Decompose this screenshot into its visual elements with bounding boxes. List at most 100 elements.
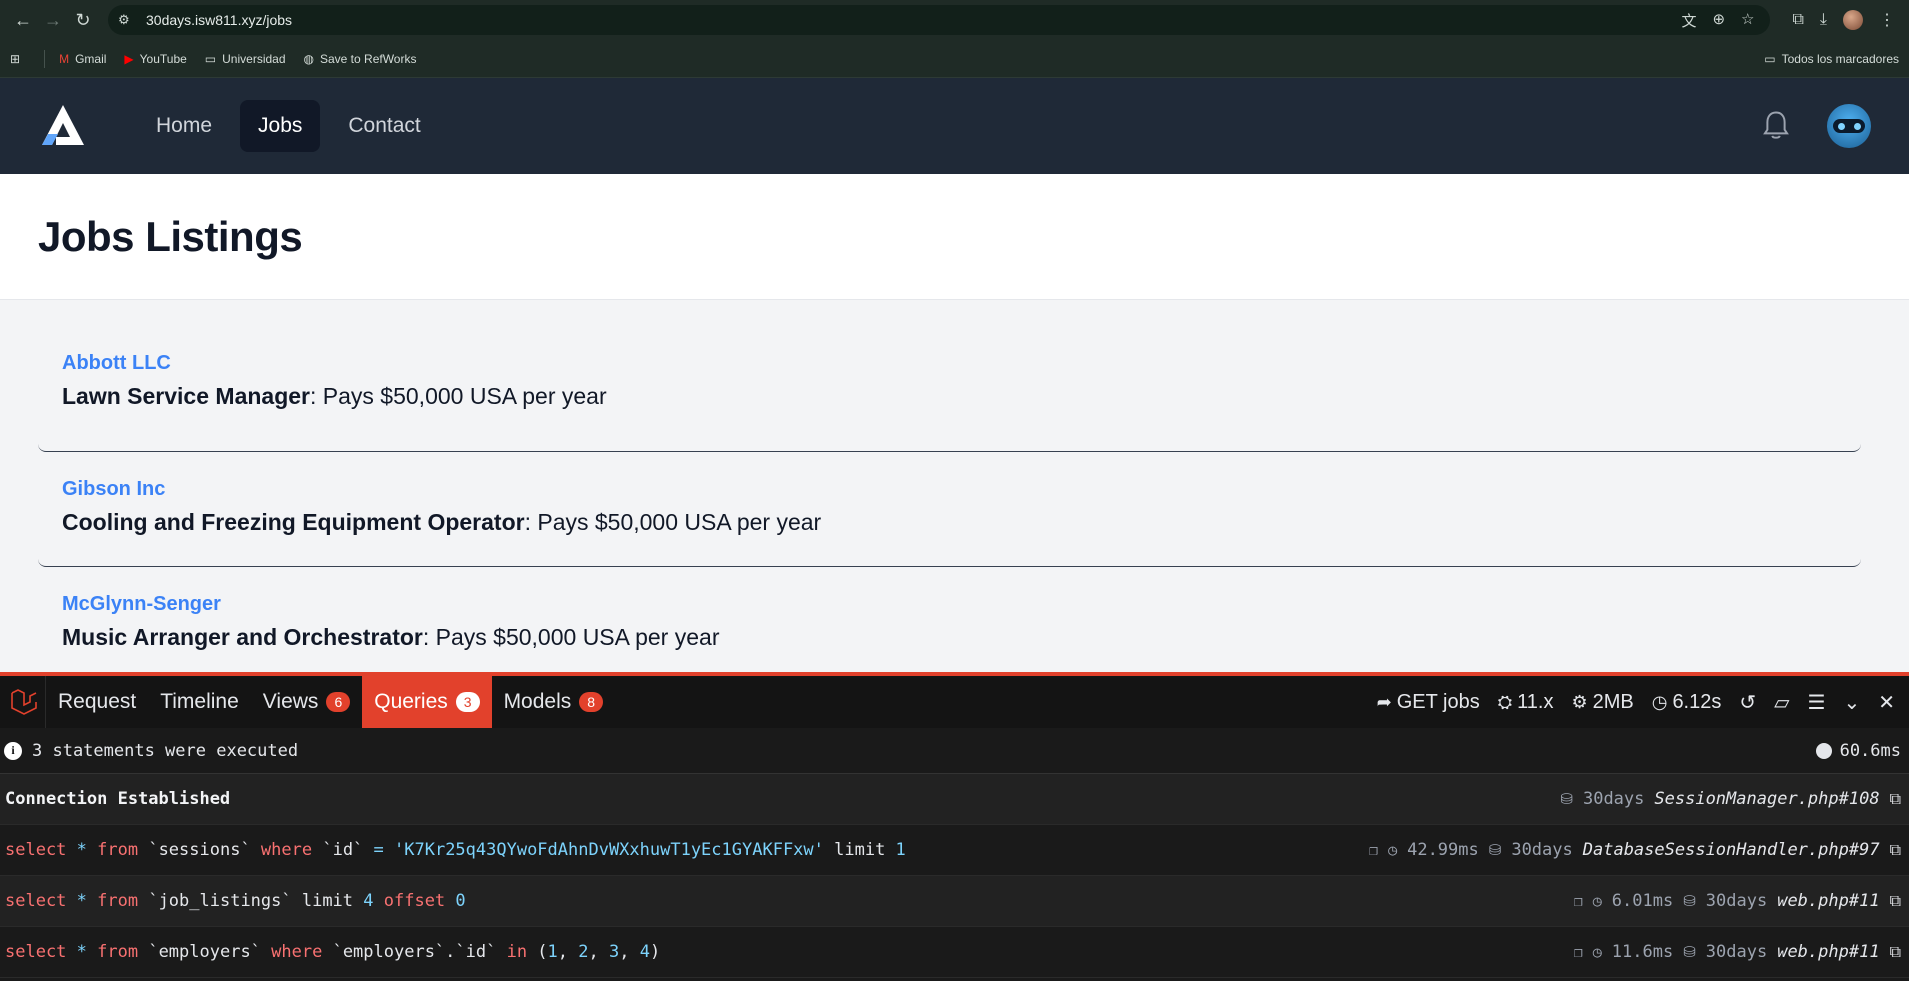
share-icon: ➦ bbox=[1376, 691, 1392, 712]
tab-label: Models bbox=[503, 690, 572, 713]
source-file[interactable]: SessionManager.php#108 bbox=[1654, 789, 1879, 809]
tab-timeline[interactable]: Timeline bbox=[148, 676, 251, 728]
bookmark-gmail[interactable]: M Gmail bbox=[59, 52, 106, 66]
sql-statement: select * from `sessions` where `id` = 'K… bbox=[5, 840, 906, 860]
sql-token: 1 bbox=[895, 840, 906, 860]
user-avatar[interactable] bbox=[1827, 104, 1871, 148]
debugbar-tabs: Request Timeline Views 6 Queries 3 Models 8… bbox=[0, 676, 1909, 728]
app-navbar: Home Jobs Contact bbox=[0, 78, 1909, 174]
tab-label: Request bbox=[58, 690, 137, 713]
bookmark-refworks[interactable]: ◍ Save to RefWorks bbox=[304, 52, 417, 66]
nav-home[interactable]: Home bbox=[138, 100, 230, 152]
job-line: Lawn Service Manager: Pays $50,000 USA p… bbox=[62, 383, 1837, 410]
sql-token: 0 bbox=[455, 891, 466, 911]
tab-request[interactable]: Request bbox=[46, 676, 148, 728]
copy-icon[interactable]: ❐ bbox=[1574, 892, 1583, 910]
job-title: Cooling and Freezing Equipment Operator bbox=[62, 509, 525, 535]
source-file[interactable]: web.php#11 bbox=[1777, 891, 1879, 911]
clock-icon: ◷ bbox=[1388, 841, 1398, 859]
job-card[interactable]: McGlynn-Senger Music Arranger and Orches… bbox=[38, 567, 1861, 682]
history-icon[interactable]: ↺ bbox=[1739, 690, 1756, 715]
external-link-icon[interactable]: ⧉ bbox=[1890, 840, 1901, 860]
close-icon[interactable]: ✕ bbox=[1878, 690, 1895, 715]
employer-name[interactable]: McGlynn-Senger bbox=[62, 593, 1837, 616]
sql-token: `employers` bbox=[138, 942, 272, 962]
source-file[interactable]: web.php#11 bbox=[1777, 942, 1879, 962]
job-card[interactable]: Abbott LLC Lawn Service Manager: Pays $5… bbox=[38, 326, 1861, 452]
copy-icon[interactable]: ❐ bbox=[1369, 841, 1378, 859]
sql-token: `id` bbox=[312, 840, 374, 860]
tab-models[interactable]: Models 8 bbox=[492, 676, 616, 728]
external-link-icon[interactable]: ⧉ bbox=[1890, 891, 1901, 911]
connection-row[interactable]: Connection Established ⛁ 30days SessionM… bbox=[0, 774, 1909, 825]
tab-label: Queries bbox=[374, 690, 448, 713]
job-salary: : Pays $50,000 USA per year bbox=[422, 624, 720, 650]
connection-label: Connection Established bbox=[5, 789, 231, 809]
bookmark-label: Gmail bbox=[75, 51, 107, 66]
version-indicator: ⛭ 11.x bbox=[1498, 691, 1554, 714]
tab-label: Timeline bbox=[160, 690, 239, 713]
sql-token: 2 bbox=[578, 942, 589, 962]
all-bookmarks-label: Todos los marcadores bbox=[1781, 51, 1899, 66]
zoom-icon[interactable]: ⊕ bbox=[1712, 10, 1725, 31]
reload-icon[interactable]: ↻ bbox=[68, 5, 98, 35]
external-link-icon[interactable]: ⧉ bbox=[1890, 789, 1901, 809]
db-name: 30days bbox=[1511, 840, 1573, 860]
employer-name[interactable]: Abbott LLC bbox=[62, 352, 1837, 375]
all-bookmarks[interactable]: ▭ Todos los marcadores bbox=[1764, 52, 1899, 66]
query-row[interactable]: select * from `employers` where `employe… bbox=[0, 927, 1909, 978]
cogs-icon: ⚙ bbox=[1571, 691, 1588, 712]
database-icon: ⛁ bbox=[1488, 841, 1502, 859]
bookmark-universidad[interactable]: ▭ Universidad bbox=[205, 52, 286, 66]
sql-token: * bbox=[66, 840, 98, 860]
translate-icon[interactable]: 文 bbox=[1681, 10, 1696, 31]
query-row[interactable]: select * from `job_listings` limit 4 off… bbox=[0, 876, 1909, 927]
site-settings-icon[interactable]: ⚙ bbox=[118, 12, 140, 28]
browser-toolbar: ← → ↻ ⚙ 30days.isw811.xyz/jobs 文 ⊕ ☆ ⧉ ⤓… bbox=[0, 0, 1909, 40]
back-icon[interactable]: ← bbox=[8, 5, 38, 35]
tab-queries[interactable]: Queries 3 bbox=[362, 676, 492, 728]
settings-sliders-icon[interactable]: ☰ bbox=[1808, 690, 1826, 715]
forward-icon[interactable]: → bbox=[38, 5, 68, 35]
laravel-logo-icon[interactable] bbox=[0, 676, 46, 728]
employer-name[interactable]: Gibson Inc bbox=[62, 478, 1837, 501]
summary-text: 3 statements were executed bbox=[32, 740, 299, 761]
profile-avatar[interactable] bbox=[1843, 10, 1863, 30]
route-indicator[interactable]: ➦ GET jobs bbox=[1377, 691, 1480, 714]
job-card[interactable]: Gibson Inc Cooling and Freezing Equipmen… bbox=[38, 452, 1861, 567]
sql-token: `sessions` bbox=[138, 840, 261, 860]
query-time: 6.01ms bbox=[1611, 891, 1674, 911]
bookmark-youtube[interactable]: ▶ YouTube bbox=[124, 52, 186, 66]
sql-token: 4 bbox=[639, 942, 650, 962]
tab-label: Views bbox=[262, 690, 319, 713]
nav-jobs[interactable]: Jobs bbox=[240, 100, 321, 152]
sql-token: select bbox=[5, 891, 67, 911]
youtube-icon: ▶ bbox=[124, 51, 134, 66]
copy-icon[interactable]: ❐ bbox=[1574, 943, 1583, 961]
address-bar[interactable]: ⚙ 30days.isw811.xyz/jobs 文 ⊕ ☆ bbox=[108, 5, 1771, 35]
sql-token: ( bbox=[527, 942, 548, 962]
chevron-down-icon[interactable]: ⌄ bbox=[1843, 690, 1860, 715]
db-name: 30days bbox=[1582, 789, 1645, 809]
folder-icon: ▭ bbox=[204, 51, 217, 66]
download-icon[interactable]: ⤓ bbox=[1820, 11, 1827, 29]
sql-token: ) bbox=[650, 942, 661, 962]
source-file[interactable]: DatabaseSessionHandler.php#97 bbox=[1583, 840, 1880, 860]
globe-icon: ◍ bbox=[303, 51, 314, 66]
query-row[interactable]: select * from `sessions` where `id` = 'K… bbox=[0, 825, 1909, 876]
nav-contact[interactable]: Contact bbox=[330, 100, 438, 152]
sql-statement: select * from `employers` where `employe… bbox=[5, 942, 660, 962]
logo-icon[interactable] bbox=[38, 101, 88, 151]
external-link-icon[interactable]: ⧉ bbox=[1890, 942, 1901, 962]
apps-icon[interactable]: ⊞ bbox=[10, 52, 20, 66]
extensions-icon[interactable]: ⧉ bbox=[1792, 11, 1803, 29]
sql-token: = bbox=[373, 840, 384, 860]
sql-token: select bbox=[5, 942, 67, 962]
url-text[interactable]: 30days.isw811.xyz/jobs bbox=[146, 12, 1681, 28]
tab-views[interactable]: Views 6 bbox=[251, 676, 362, 728]
sql-token: `employers`.`id` bbox=[322, 942, 507, 962]
folder-open-icon[interactable]: ▱ bbox=[1774, 690, 1789, 715]
bookmark-star-icon[interactable]: ☆ bbox=[1741, 10, 1754, 31]
menu-icon[interactable]: ⋮ bbox=[1879, 10, 1895, 30]
bell-icon[interactable] bbox=[1761, 110, 1791, 142]
